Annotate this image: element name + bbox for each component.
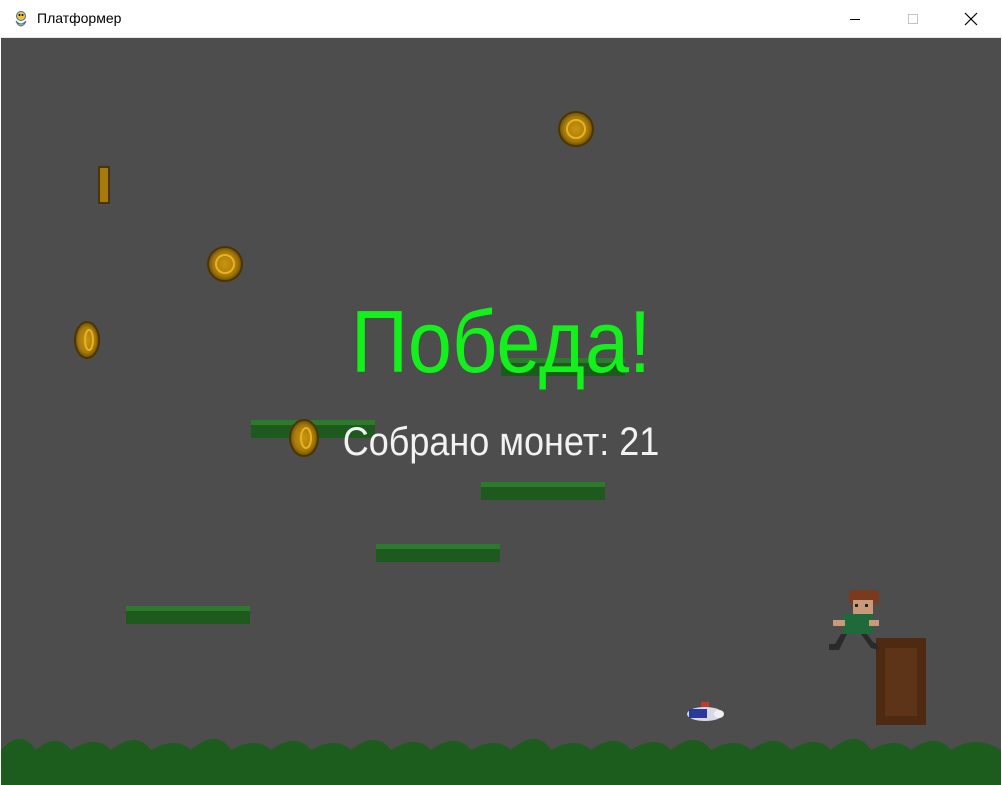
title-bar[interactable]: Платформер (0, 0, 1002, 38)
game-canvas[interactable]: Победа! Собрано монет: 21 (1, 38, 1001, 785)
coins-collected-message: Собрано монет: 21 (342, 420, 660, 464)
minimize-button[interactable] (826, 0, 884, 37)
game-scene (1, 111, 1001, 785)
ground-grass (1, 739, 1001, 785)
victory-title: Победа! (350, 292, 652, 391)
coin (98, 166, 110, 204)
maximize-button[interactable] (884, 0, 942, 37)
coin (558, 111, 594, 147)
wooden-crate (876, 638, 926, 725)
pygame-snake-icon (15, 11, 27, 27)
window-title: Платформер (37, 10, 122, 26)
grass-platform (376, 544, 500, 562)
maximize-icon (908, 13, 918, 24)
close-button[interactable] (942, 0, 1000, 37)
minimize-icon (850, 18, 860, 20)
player-character (829, 590, 879, 650)
close-icon (964, 12, 978, 25)
app-window: Платформер Победа! Собрано монет: 21 (0, 0, 1002, 785)
enemy-ship (687, 702, 724, 721)
coin (207, 246, 243, 282)
grass-platform (481, 482, 605, 500)
grass-platform (126, 606, 250, 624)
